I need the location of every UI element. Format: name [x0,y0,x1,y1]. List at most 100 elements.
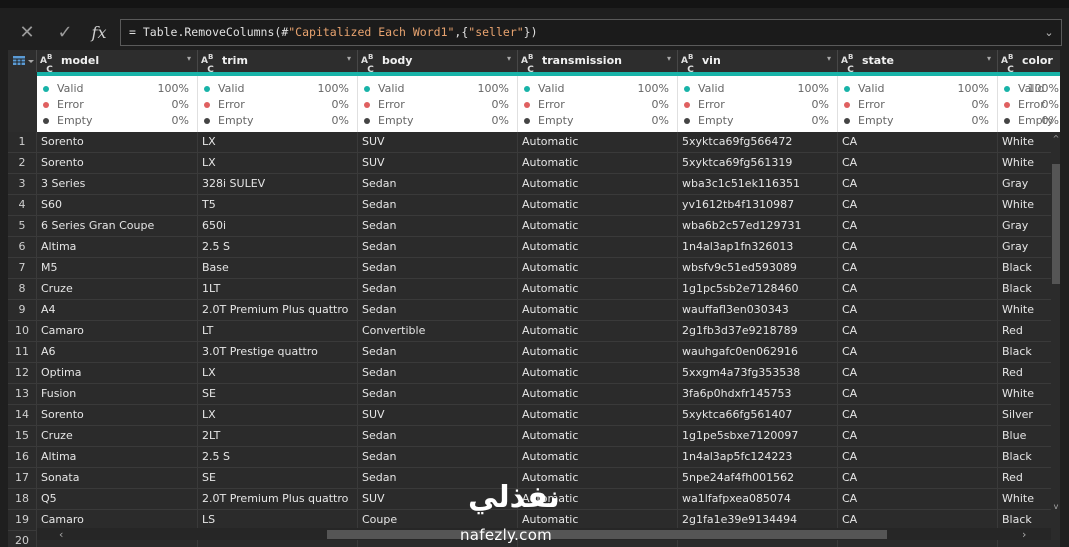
table-cell-trim[interactable]: LX [198,405,358,426]
row-number[interactable]: 13 [8,384,37,405]
table-row[interactable]: 33 Series 328i SULEV Sedan Automatic wba3c1c… [8,174,1060,195]
table-cell-vin[interactable]: wa1lfafpxea085074 [678,489,838,510]
scroll-right-icon[interactable]: › [1022,528,1026,541]
table-cell-vin[interactable]: 1n4al3ap5fc124223 [678,447,838,468]
table-row[interactable]: 13 Fusion SE Sedan Automatic 3fa6p0hdxfr14575… [8,384,1060,405]
table-cell-body[interactable]: Sedan [358,195,518,216]
table-cell-vin[interactable]: wbsfv9c51ed593089 [678,258,838,279]
scroll-up-icon[interactable]: ^ [1051,134,1060,143]
row-number[interactable]: 5 [8,216,37,237]
table-row[interactable]: 15 Cruze 2LT Sedan Automatic 1g1pe5sbxe712009… [8,426,1060,447]
table-cell-body[interactable]: Sedan [358,237,518,258]
table-cell-model[interactable]: A6 [37,342,198,363]
column-header-state[interactable]: AB Cstate ▾ [838,50,998,75]
table-cell-body[interactable]: SUV [358,132,518,153]
table-cell-trim[interactable]: 2.5 S [198,237,358,258]
table-cell-state[interactable]: CA [838,405,998,426]
table-cell-vin[interactable]: 1g1pc5sb2e7128460 [678,279,838,300]
table-cell-transmission[interactable]: Automatic [518,447,678,468]
scroll-down-icon[interactable]: v [1051,502,1060,511]
table-cell-state[interactable]: CA [838,384,998,405]
table-cell-state[interactable]: CA [838,468,998,489]
table-cell-body[interactable]: Sedan [358,174,518,195]
table-cell-vin[interactable]: wauhgafc0en062916 [678,342,838,363]
table-cell-state[interactable]: CA [838,300,998,321]
row-number[interactable]: 7 [8,258,37,279]
table-cell-state[interactable]: CA [838,258,998,279]
table-cell-transmission[interactable]: Automatic [518,363,678,384]
table-cell-body[interactable]: Sedan [358,216,518,237]
column-header-vin[interactable]: AB Cvin ▾ [678,50,838,75]
table-cell-transmission[interactable]: Automatic [518,237,678,258]
table-cell-state[interactable]: CA [838,321,998,342]
formula-text[interactable]: = Table.RemoveColumns(#"Capitalized Each… [129,25,538,39]
table-cell-model[interactable]: Altima [37,447,198,468]
column-header-color[interactable]: AB Ccolor [998,50,1060,75]
table-cell-trim[interactable]: LX [198,153,358,174]
table-row[interactable]: 56 Series Gran Coupe 650i Sedan Automatic wb… [8,216,1060,237]
table-cell-model[interactable]: Cruze [37,279,198,300]
table-cell-vin[interactable]: 1n4al3ap1fn326013 [678,237,838,258]
row-number[interactable]: 6 [8,237,37,258]
table-row[interactable]: 4 S60 T5 Sedan Automatic yv1612tb4f1310987 CA W… [8,195,1060,216]
filter-dropdown-icon[interactable]: ▾ [987,54,991,63]
table-cell-trim[interactable]: 328i SULEV [198,174,358,195]
table-cell-transmission[interactable]: Automatic [518,342,678,363]
table-row[interactable]: 6 Altima 2.5 S Sedan Automatic 1n4al3ap1fn326… [8,237,1060,258]
filter-dropdown-icon[interactable]: ▾ [347,54,351,63]
row-number[interactable]: 8 [8,279,37,300]
table-cell-vin[interactable]: wauffafl3en030343 [678,300,838,321]
row-number[interactable]: 10 [8,321,37,342]
table-cell-transmission[interactable]: Automatic [518,405,678,426]
table-cell-trim[interactable]: SE [198,468,358,489]
table-cell-vin[interactable]: 5npe24af4fh001562 [678,468,838,489]
table-cell-transmission[interactable]: Automatic [518,216,678,237]
row-number[interactable]: 20 [8,531,37,547]
table-cell-transmission[interactable]: Automatic [518,258,678,279]
table-cell-body[interactable]: SUV [358,405,518,426]
row-number[interactable]: 18 [8,489,37,510]
table-cell-state[interactable]: CA [838,216,998,237]
table-cell-state[interactable]: CA [838,447,998,468]
table-row[interactable]: 7 M5 Base Sedan Automatic wbsfv9c51ed593089 CA… [8,258,1060,279]
table-cell-trim[interactable]: 2.0T Premium Plus quattro [198,300,358,321]
row-number[interactable]: 3 [8,174,37,195]
row-number[interactable]: 12 [8,363,37,384]
table-cell-transmission[interactable]: Automatic [518,321,678,342]
table-menu-button[interactable] [8,50,37,72]
table-cell-model[interactable]: 6 Series Gran Coupe [37,216,198,237]
table-cell-transmission[interactable]: Automatic [518,384,678,405]
table-cell-model[interactable]: Optima [37,363,198,384]
table-cell-trim[interactable]: LX [198,363,358,384]
table-cell-trim[interactable]: SE [198,384,358,405]
filter-dropdown-icon[interactable]: ▾ [667,54,671,63]
table-cell-transmission[interactable]: Automatic [518,426,678,447]
table-cell-model[interactable]: S60 [37,195,198,216]
table-cell-body[interactable]: Sedan [358,300,518,321]
table-cell-trim[interactable]: Base [198,258,358,279]
column-header-model[interactable]: AB Cmodel ▾ [37,50,198,75]
table-row[interactable]: 14 Sorento LX SUV Automatic 5xyktca66fg561407… [8,405,1060,426]
column-header-trim[interactable]: AB Ctrim ▾ [198,50,358,75]
column-header-transmission[interactable]: AB Ctransmission ▾ [518,50,678,75]
table-cell-vin[interactable]: 5xyktca66fg561407 [678,405,838,426]
table-row[interactable]: 2 Sorento LX SUV Automatic 5xyktca69fg561319 C… [8,153,1060,174]
filter-dropdown-icon[interactable]: ▾ [827,54,831,63]
row-number[interactable]: 9 [8,300,37,321]
table-cell-vin[interactable]: wba6b2c57ed129731 [678,216,838,237]
table-cell-model[interactable]: 3 Series [37,174,198,195]
table-cell-body[interactable]: Sedan [358,258,518,279]
table-cell-model[interactable]: Q5 [37,489,198,510]
vertical-scroll-thumb[interactable] [1052,164,1060,284]
table-cell-trim[interactable]: 1LT [198,279,358,300]
table-cell-trim[interactable]: LT [198,321,358,342]
table-row[interactable]: 10 Camaro LT Convertible Automatic 2g1fb3d37e… [8,321,1060,342]
table-cell-transmission[interactable]: Automatic [518,174,678,195]
row-number[interactable]: 16 [8,447,37,468]
table-cell-body[interactable]: Sedan [358,426,518,447]
row-number[interactable]: 1 [8,132,37,153]
table-cell-trim[interactable]: LX [198,132,358,153]
table-cell-vin[interactable]: 1g1pe5sbxe7120097 [678,426,838,447]
table-row[interactable]: 16 Altima 2.5 S Sedan Automatic 1n4al3ap5fc12… [8,447,1060,468]
table-cell-vin[interactable]: yv1612tb4f1310987 [678,195,838,216]
